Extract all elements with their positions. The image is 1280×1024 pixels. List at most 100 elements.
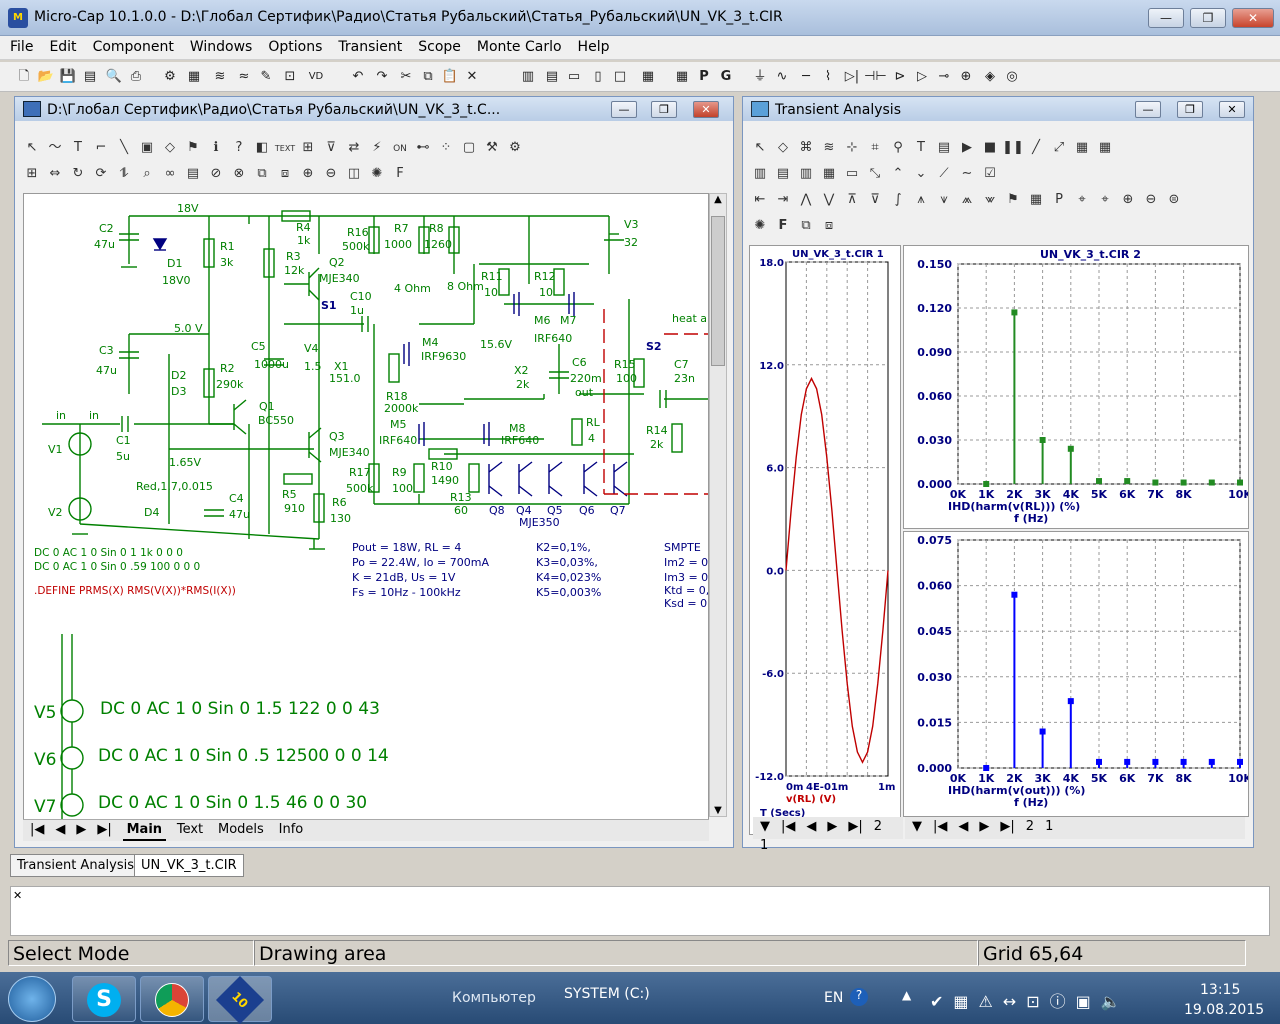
waveform-icon[interactable]: ≋ [210, 67, 230, 87]
capacitor-icon[interactable]: ⊣⊢ [864, 67, 887, 87]
a-select-icon[interactable]: ↖ [749, 137, 771, 159]
analysis-maximize-button[interactable]: ❐ [1177, 101, 1203, 118]
resistor-icon[interactable]: ∿ [772, 67, 792, 87]
taskbar-lang[interactable]: EN [824, 990, 843, 1006]
transistor-icon[interactable]: ⊳ [890, 67, 910, 87]
a-zoom-out-icon[interactable]: ⊖ [1140, 189, 1162, 211]
schematic-minimize-button[interactable]: — [611, 101, 637, 118]
ground-icon[interactable]: ⏚ [750, 67, 770, 87]
harmonics-rl-plot-panel[interactable]: UN_VK_3_t.CIR 2 0.150 0.120 0.090 0.060 0.030… [903, 245, 1252, 529]
a-paste-icon[interactable]: ⧈ [818, 215, 840, 237]
settings-icon[interactable]: ⚙ [504, 137, 526, 159]
a-peak-icon[interactable]: ⌃ [887, 163, 909, 185]
cascade-icon[interactable]: ▤ [542, 67, 562, 87]
pause-icon[interactable]: ❚❚ [1002, 137, 1024, 159]
copy-icon[interactable]: ⧉ [418, 67, 438, 87]
a-tile2-icon[interactable]: ▤ [772, 163, 794, 185]
vd-icon[interactable]: VD [306, 67, 326, 87]
a-right-dropdown-icon[interactable]: ▼ [908, 817, 926, 836]
table-icon[interactable]: ▦ [672, 67, 692, 87]
text-tool-icon[interactable]: T [67, 137, 89, 159]
stop-run-icon[interactable]: ■ [979, 137, 1001, 159]
a-right-first-icon[interactable]: |◀ [929, 817, 951, 836]
line-icon[interactable]: ╲ [113, 137, 135, 159]
rotate-icon[interactable]: ↻ [67, 163, 89, 185]
tab-main[interactable]: Main [122, 820, 167, 841]
menu-help[interactable]: Help [568, 36, 616, 55]
tab-text[interactable]: Text [173, 820, 207, 839]
save-all-icon[interactable]: ▤ [80, 67, 100, 87]
scroll-up-arrow-icon[interactable]: ▲ [710, 194, 726, 205]
tab-info[interactable]: Info [275, 820, 308, 839]
doc-tab-transient[interactable]: Transient Analysis [10, 854, 141, 877]
a-mark-icon[interactable]: ⌗ [864, 137, 886, 159]
p-icon[interactable]: P [694, 67, 714, 87]
cursor-mode2-icon[interactable]: ⌖ [1094, 189, 1116, 211]
probe-point-icon[interactable]: ◎ [1002, 67, 1022, 87]
rotate2-icon[interactable]: ⟳ [90, 163, 112, 185]
a-box-icon[interactable]: ▭ [841, 163, 863, 185]
a-line2-icon[interactable]: ⤢ [1048, 137, 1070, 159]
valley-icon[interactable]: ⋁ [818, 189, 840, 211]
a-sweep-icon[interactable]: ⤡ [864, 163, 886, 185]
undo-icon[interactable]: ↶ [348, 67, 368, 87]
voltage-icon[interactable]: ⊽ [320, 137, 342, 159]
a-shape-icon[interactable]: ◇ [772, 137, 794, 159]
a-right-last-icon[interactable]: ▶| [996, 817, 1018, 836]
redo-icon[interactable]: ↷ [372, 67, 392, 87]
group-icon[interactable]: ⧉ [251, 163, 273, 185]
taskbar-drive[interactable]: SYSTEM (C:) [564, 986, 650, 1002]
global-low-icon[interactable]: ⩛ [933, 189, 955, 211]
a-grid-icon[interactable]: ▦ [1094, 137, 1116, 159]
a-left-dropdown-icon[interactable]: ▼ [756, 817, 774, 836]
tray-expand-icon[interactable]: ▲ [902, 988, 911, 1002]
ungroup-icon[interactable]: ⧈ [274, 163, 296, 185]
a-scale-icon[interactable]: ⌘ [795, 137, 817, 159]
power-icon[interactable]: ⚡ [366, 137, 388, 159]
inductor-icon[interactable]: ⌇ [818, 67, 838, 87]
align-icon[interactable]: ⊞ [21, 163, 43, 185]
zoom-in-icon[interactable]: ⊕ [297, 163, 319, 185]
page-icon[interactable]: ▢ [458, 137, 480, 159]
a-copy-icon[interactable]: ⧉ [795, 215, 817, 237]
flag-point-icon[interactable]: ⚑ [182, 137, 204, 159]
start-button[interactable] [8, 976, 56, 1022]
doc-tab-circuit[interactable]: UN_VK_3_t.CIR [134, 854, 244, 877]
p-label-icon[interactable]: P [1048, 189, 1070, 211]
font-icon[interactable]: F [389, 163, 411, 185]
gear2-icon[interactable]: ✺ [366, 163, 388, 185]
a-left-last-icon[interactable]: ▶| [844, 817, 866, 836]
menu-file[interactable]: File [0, 36, 39, 55]
transient-plot-panel[interactable]: UN_VK_3_t.CIR 1 18.0 12.0 6.0 0.0 -6.0 -12.0 0m… [749, 245, 901, 835]
on-icon[interactable]: ON [389, 138, 411, 160]
probe-icon[interactable]: ⊡ [280, 67, 300, 87]
menu-scope[interactable]: Scope [408, 36, 467, 55]
window-icon[interactable]: □ [610, 67, 630, 87]
tool-icon[interactable]: ⚒ [481, 137, 503, 159]
minimize-button[interactable]: — [1148, 8, 1184, 28]
node-numbers-icon[interactable]: ⊞ [297, 137, 319, 159]
analysis-minimize-button[interactable]: — [1135, 101, 1161, 118]
a-left-first-icon[interactable]: |◀ [777, 817, 799, 836]
pins-icon[interactable]: ⊷ [412, 137, 434, 159]
skype-taskbar-button[interactable]: S [72, 976, 136, 1022]
cursor-right-icon[interactable]: ⇥ [772, 189, 794, 211]
color-icon[interactable]: ◧ [251, 137, 273, 159]
cursor-left-icon[interactable]: ⇤ [749, 189, 771, 211]
schematic-drawing-area[interactable]: C2 47u D1 18V0 18V R1 3k R4 1k R3 12k Q2… [23, 193, 709, 833]
wire-icon[interactable]: ─ [796, 67, 816, 87]
a-text-icon[interactable]: T [910, 137, 932, 159]
menu-edit[interactable]: Edit [39, 36, 82, 55]
a-right-next-icon[interactable]: ▶ [975, 817, 993, 836]
component-icon[interactable]: ⚙ [160, 67, 180, 87]
a-left-next-icon[interactable]: ▶ [823, 817, 841, 836]
a-valley-icon[interactable]: ⌄ [910, 163, 932, 185]
node-icon[interactable]: ◈ [980, 67, 1000, 87]
schematic-maximize-button[interactable]: ❐ [651, 101, 677, 118]
prev-page-icon[interactable]: ◀ [51, 820, 69, 839]
properties-icon[interactable]: ▤ [182, 163, 204, 185]
split-h-icon[interactable]: ▭ [564, 67, 584, 87]
analysis-icon[interactable]: ≈ [234, 67, 254, 87]
a-curve-icon[interactable]: ∼ [956, 163, 978, 185]
tile-icon[interactable]: ▥ [518, 67, 538, 87]
